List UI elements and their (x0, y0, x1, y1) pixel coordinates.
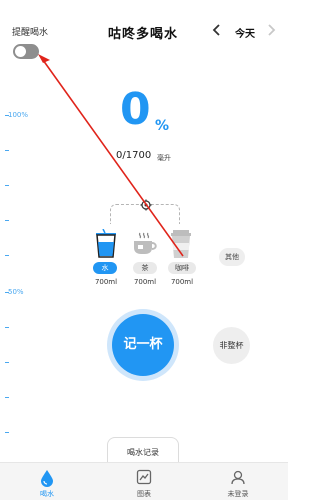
percent-value: 0 (120, 84, 151, 135)
scale-tick (5, 397, 9, 398)
partial-cup-button[interactable]: 非整杯 (213, 327, 250, 364)
nav-item-drink[interactable]: 喝水 (17, 463, 77, 500)
chevron-left-icon[interactable] (212, 22, 222, 41)
nav-label-chart: 图表 (137, 490, 151, 498)
chevron-right-icon[interactable] (266, 22, 276, 41)
reminder-label: 提醒喝水 (12, 28, 49, 38)
scale-tick (5, 185, 9, 186)
other-drink-button[interactable]: 其他 (219, 248, 245, 266)
drink-chip-water[interactable]: 水 (93, 262, 117, 274)
scale-tick (5, 255, 9, 256)
tea-cup-icon[interactable] (132, 232, 158, 260)
reminder-toggle[interactable] (13, 44, 39, 59)
scale-tick (5, 150, 9, 151)
drink-history-handle[interactable]: 喝水记录 (107, 437, 179, 464)
scale-label-mid: 50% (8, 288, 24, 296)
water-drop-icon (39, 469, 55, 491)
scale-tick (5, 220, 9, 221)
water-cup-icon[interactable] (94, 228, 118, 263)
percent-sign: % (155, 118, 170, 134)
nav-label-drink: 喝水 (40, 490, 54, 498)
scale-tick (5, 327, 9, 328)
annotation-arrowhead (38, 54, 50, 63)
scale-label-top: 100% (8, 111, 29, 119)
drink-chip-tea[interactable]: 茶 (133, 262, 157, 274)
progress-unit: 毫升 (157, 154, 171, 162)
drink-chip-coffee[interactable]: 咖啡 (168, 262, 196, 274)
coffee-cup-icon[interactable] (169, 229, 193, 263)
user-icon (230, 469, 246, 489)
chart-icon (136, 469, 152, 489)
scale-tick (5, 362, 9, 363)
drink-volume-coffee: 700ml (170, 278, 194, 286)
drink-volume-water: 700ml (94, 278, 118, 286)
day-label[interactable]: 今天 (235, 25, 255, 40)
nav-item-chart[interactable]: 图表 (114, 463, 174, 500)
bottom-nav: 喝水 图表 未登录 (0, 462, 288, 500)
app-title: 咕咚多喝水 (108, 27, 179, 42)
scale-tick (5, 432, 9, 433)
drink-volume-tea: 700ml (133, 278, 157, 286)
settings-icon[interactable] (140, 196, 152, 215)
nav-label-login: 未登录 (227, 490, 249, 498)
nav-item-login[interactable]: 未登录 (208, 463, 268, 500)
toggle-knob (15, 46, 26, 57)
record-cup-button[interactable]: 记一杯 (112, 314, 174, 376)
progress-amount: 0/1700 (116, 150, 152, 161)
